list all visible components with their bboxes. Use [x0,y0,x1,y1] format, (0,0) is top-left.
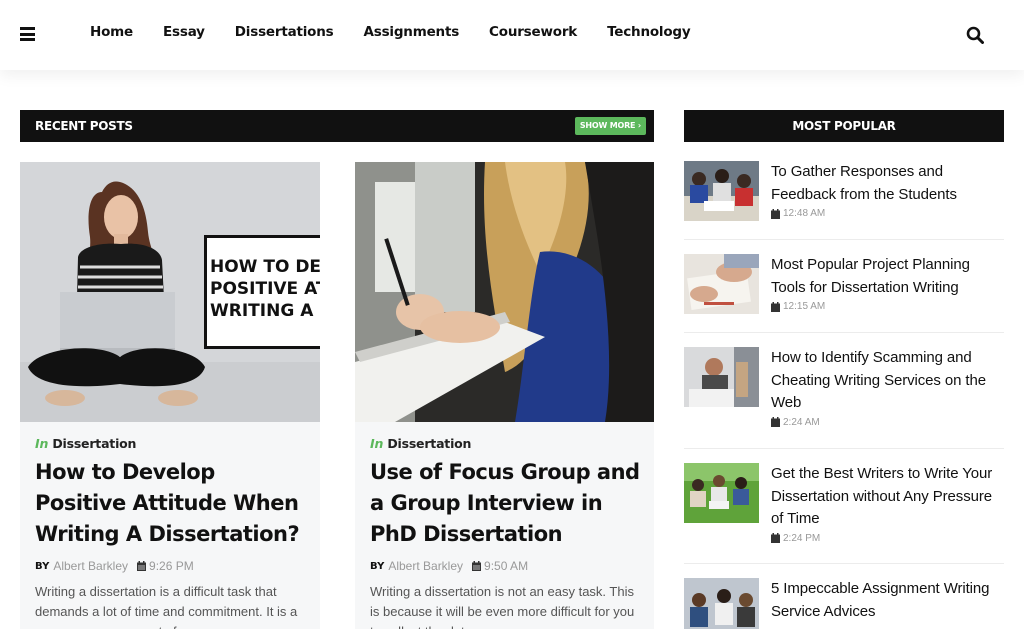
image-sign-line-3: WRITING A I [210,301,320,321]
post-image[interactable] [355,162,654,422]
recent-posts-header: RECENT POSTS SHOW MORE › [20,110,654,142]
post-card: HOW TO DEV POSITIVE AT WRITING A I In [20,162,320,629]
post-time: 9:50 AM [484,559,529,573]
popular-item: To Gather Responses and Feedback from th… [684,161,1004,240]
post-meta: BY Albert Barkley 9:26 PM [35,559,194,573]
menu-icon[interactable] [20,27,35,41]
post-time: 9:26 PM [149,559,194,573]
calendar-icon [771,417,780,427]
most-popular-title: MOST POPULAR [792,119,896,133]
by-label: BY [370,560,385,572]
search-icon[interactable] [966,26,984,44]
popular-title[interactable]: 5 Impeccable Assignment Writing Service … [771,578,1004,623]
popular-thumbnail[interactable] [684,578,759,629]
recent-posts-title: RECENT POSTS [35,119,133,133]
post-author[interactable]: Albert Barkley [388,559,463,573]
nav-item-home[interactable]: Home [90,24,133,40]
nav-item-technology[interactable]: Technology [607,24,691,40]
calendar-icon [771,301,780,312]
post-excerpt: Writing a dissertation is a difficult ta… [35,584,298,629]
popular-title[interactable]: Most Popular Project Planning Tools for … [771,254,1004,299]
calendar-icon [472,561,482,571]
popular-meta: 2:24 PM [771,533,1004,544]
popular-meta: 12:15 AM [771,301,1004,312]
show-more-button[interactable]: SHOW MORE › [574,117,646,135]
post-category: In Dissertation [370,436,471,451]
post-author[interactable]: Albert Barkley [53,559,128,573]
popular-thumbnail[interactable] [684,347,759,407]
category-prefix: In [370,436,384,451]
nav-item-dissertations[interactable]: Dissertations [235,24,334,40]
popular-item: Get the Best Writers to Write Your Disse… [684,463,1004,564]
popular-title[interactable]: To Gather Responses and Feedback from th… [771,161,1004,206]
main-nav: Home Essay Dissertations Assignments Cou… [90,24,721,40]
popular-text: Most Popular Project Planning Tools for … [771,254,1004,312]
image-sign-line-2: POSITIVE AT [210,279,320,299]
popular-time: 2:24 AM [783,416,820,428]
category-prefix: In [35,436,49,451]
nav-item-coursework[interactable]: Coursework [489,24,577,40]
post-category: In Dissertation [35,436,136,451]
popular-title[interactable]: How to Identify Scamming and Cheating Wr… [771,347,1004,415]
popular-time: 12:15 AM [783,301,826,312]
popular-item: Most Popular Project Planning Tools for … [684,254,1004,333]
image-sign-line-1: HOW TO DEV [210,257,320,277]
post-meta: BY Albert Barkley 9:50 AM [370,559,528,573]
popular-item: 5 Impeccable Assignment Writing Service … [684,578,1004,629]
post-card: In Dissertation Use of Focus Group and a… [355,162,654,629]
main-content: RECENT POSTS SHOW MORE › HOW TO DEV POSI… [0,70,1024,629]
category-link[interactable]: Dissertation [52,436,136,451]
popular-time: 2:24 PM [783,532,821,544]
popular-text: To Gather Responses and Feedback from th… [771,161,1004,219]
post-title[interactable]: How to Develop Positive Attitude When Wr… [35,457,310,550]
calendar-icon [771,533,780,543]
popular-meta: 12:48 AM [771,208,1004,219]
popular-time: 12:48 AM [783,208,826,219]
post-image[interactable]: HOW TO DEV POSITIVE AT WRITING A I [20,162,320,422]
popular-title[interactable]: Get the Best Writers to Write Your Disse… [771,463,1004,531]
nav-item-essay[interactable]: Essay [163,24,205,40]
calendar-icon [771,208,780,219]
popular-text: 5 Impeccable Assignment Writing Service … [771,578,1004,623]
popular-thumbnail[interactable] [684,161,759,221]
popular-text: How to Identify Scamming and Cheating Wr… [771,347,1004,428]
popular-item: How to Identify Scamming and Cheating Wr… [684,347,1004,449]
popular-meta: 2:24 AM [771,417,1004,428]
calendar-icon [137,561,147,571]
by-label: BY [35,560,50,572]
most-popular-header: MOST POPULAR [684,110,1004,142]
popular-text: Get the Best Writers to Write Your Disse… [771,463,1004,544]
popular-thumbnail[interactable] [684,254,759,314]
popular-thumbnail[interactable] [684,463,759,523]
nav-item-assignments[interactable]: Assignments [363,24,459,40]
category-link[interactable]: Dissertation [387,436,471,451]
post-excerpt: Writing a dissertation is not an easy ta… [370,584,635,629]
site-header: Home Essay Dissertations Assignments Cou… [0,0,1024,70]
post-title[interactable]: Use of Focus Group and a Group Interview… [370,457,645,550]
